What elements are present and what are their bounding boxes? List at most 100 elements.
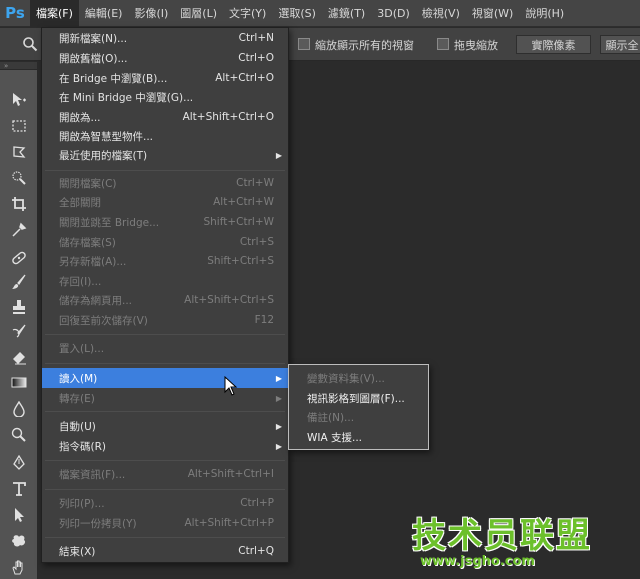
menu-save-as[interactable]: 另存新檔(A)... Shift+Ctrl+S (42, 251, 288, 271)
zoom-all-windows-checkbox[interactable] (298, 38, 310, 50)
blur-tool-icon[interactable] (8, 399, 30, 419)
fit-screen-button[interactable]: 顯示全 (600, 35, 640, 54)
menu-item-label: 在 Bridge 中瀏覽(B)... (59, 72, 168, 85)
menu-help[interactable]: 說明(H) (519, 0, 570, 27)
menu-item-shortcut: Shift+Ctrl+S (207, 255, 274, 267)
submenu-video-frames-to-layers[interactable]: 視訊影格到圖層(F)... (289, 388, 428, 408)
menu-item-label: 自動(U) (59, 420, 96, 433)
menu-item-shortcut: Ctrl+P (240, 497, 274, 509)
submenu-notes[interactable]: 備註(N)... (289, 407, 428, 427)
path-selection-tool-icon[interactable] (8, 505, 30, 525)
menu-view[interactable]: 檢視(V) (416, 0, 466, 27)
gradient-tool-icon[interactable] (8, 372, 30, 392)
menu-item-shortcut: Ctrl+W (236, 177, 274, 189)
menu-select[interactable]: 選取(S) (272, 0, 322, 27)
menu-exit[interactable]: 結束(X) Ctrl+Q (42, 541, 288, 561)
menu-save[interactable]: 儲存檔案(S) Ctrl+S (42, 232, 288, 252)
lasso-tool-icon[interactable] (8, 142, 30, 162)
menu-image[interactable]: 影像(I) (128, 0, 174, 27)
menu-print[interactable]: 列印(P)... Ctrl+P (42, 493, 288, 513)
menu-place[interactable]: 置入(L)... (42, 338, 288, 358)
menu-separator (45, 489, 285, 490)
menu-item-shortcut: Ctrl+N (238, 32, 274, 44)
menu-item-label: 開啟為... (59, 111, 101, 124)
mouse-cursor-icon (224, 375, 238, 396)
menu-type[interactable]: 文字(Y) (223, 0, 272, 27)
submenu-wia-support[interactable]: WIA 支援... (289, 427, 428, 447)
menu-check-in[interactable]: 存回(I)... (42, 271, 288, 291)
watermark: 技术员联盟 www.jsgho.com (408, 508, 634, 574)
menu-item-label: 另存新檔(A)... (59, 255, 127, 268)
tools-panel-header[interactable]: » (0, 62, 37, 70)
submenu-arrow-icon: ▶ (275, 441, 282, 451)
menu-file[interactable]: 檔案(F) (30, 0, 79, 27)
menu-item-shortcut: Alt+Ctrl+W (213, 196, 274, 208)
brush-tool-icon[interactable] (8, 272, 30, 292)
menu-filter[interactable]: 濾鏡(T) (322, 0, 371, 27)
hand-tool-icon[interactable] (8, 557, 30, 577)
zoom-all-windows-label: 縮放顯示所有的視窗 (315, 39, 414, 52)
watermark-url: www.jsgho.com (420, 554, 535, 569)
clone-stamp-tool-icon[interactable] (8, 297, 30, 317)
healing-brush-tool-icon[interactable] (8, 248, 30, 268)
submenu-item-label: 視訊影格到圖層(F)... (307, 392, 405, 405)
marquee-tool-icon[interactable] (8, 116, 30, 136)
menu-export[interactable]: 轉存(E) ▶ (42, 388, 288, 408)
menu-item-shortcut: Ctrl+Q (238, 545, 274, 557)
menu-item-label: 回復至前次儲存(V) (59, 314, 148, 327)
menu-item-label: 置入(L)... (59, 342, 105, 355)
import-submenu: 變數資料集(V)... 視訊影格到圖層(F)... 備註(N)... WIA 支… (288, 364, 429, 450)
history-brush-tool-icon[interactable] (8, 322, 30, 342)
menu-separator (45, 170, 285, 171)
menu-edit[interactable]: 編輯(E) (79, 0, 129, 27)
submenu-arrow-icon: ▶ (275, 421, 282, 431)
menu-item-label: 檔案資訊(F)... (59, 468, 126, 481)
menu-close-all[interactable]: 全部關閉 Alt+Ctrl+W (42, 192, 288, 212)
crop-tool-icon[interactable] (8, 194, 30, 214)
custom-shape-tool-icon[interactable] (8, 531, 30, 551)
menu-open-as[interactable]: 開啟為... Alt+Shift+Ctrl+O (42, 107, 288, 127)
pen-tool-icon[interactable] (8, 453, 30, 473)
scrubby-zoom-checkbox[interactable] (437, 38, 449, 50)
menu-item-label: 關閉檔案(C) (59, 177, 117, 190)
menu-open-file[interactable]: 開啟舊檔(O)... Ctrl+O (42, 48, 288, 68)
eyedropper-tool-icon[interactable] (8, 220, 30, 240)
move-tool-icon[interactable] (8, 90, 30, 110)
menu-print-one-copy[interactable]: 列印一份拷貝(Y) Alt+Shift+Ctrl+P (42, 513, 288, 533)
type-tool-icon[interactable] (8, 479, 30, 499)
menu-open-recent[interactable]: 最近使用的檔案(T) ▶ (42, 145, 288, 165)
menu-item-label: 讀入(M) (59, 372, 98, 385)
menu-close[interactable]: 關閉檔案(C) Ctrl+W (42, 173, 288, 193)
menu-file-info[interactable]: 檔案資訊(F)... Alt+Shift+Ctrl+I (42, 464, 288, 484)
menu-item-shortcut: Ctrl+O (238, 52, 274, 64)
menu-item-shortcut: Alt+Shift+Ctrl+O (182, 111, 274, 123)
submenu-arrow-icon: ▶ (275, 393, 282, 403)
menu-item-shortcut: Alt+Shift+Ctrl+I (187, 468, 274, 480)
menu-separator (45, 334, 285, 335)
menu-automate[interactable]: 自動(U) ▶ (42, 416, 288, 436)
menu-open-as-smart-object[interactable]: 開啟為智慧型物件... (42, 126, 288, 146)
scrubby-zoom-label: 拖曳縮放 (454, 39, 498, 52)
submenu-variable-data-sets[interactable]: 變數資料集(V)... (289, 368, 428, 388)
menu-browse-in-bridge[interactable]: 在 Bridge 中瀏覽(B)... Alt+Ctrl+O (42, 68, 288, 88)
menu-item-label: 轉存(E) (59, 392, 95, 405)
actual-pixels-button[interactable]: 實際像素 (516, 35, 591, 54)
eraser-tool-icon[interactable] (8, 347, 30, 367)
menu-scripts[interactable]: 指令碼(R) ▶ (42, 436, 288, 456)
menu-item-label: 指令碼(R) (59, 440, 106, 453)
menu-window[interactable]: 視窗(W) (466, 0, 519, 27)
menu-import[interactable]: 讀入(M) ▶ (42, 368, 288, 388)
menu-item-label: 開啟為智慧型物件... (59, 130, 154, 143)
dodge-tool-icon[interactable] (8, 424, 30, 444)
menu-close-and-go-to-bridge[interactable]: 關閉並跳至 Bridge... Shift+Ctrl+W (42, 212, 288, 232)
menu-layer[interactable]: 圖層(L) (174, 0, 223, 27)
menu-revert[interactable]: 回復至前次儲存(V) F12 (42, 310, 288, 330)
menu-3d[interactable]: 3D(D) (371, 0, 416, 27)
menu-item-shortcut: F12 (254, 314, 274, 326)
menu-browse-in-mini-bridge[interactable]: 在 Mini Bridge 中瀏覽(G)... (42, 87, 288, 107)
zoom-tool-icon[interactable] (22, 36, 38, 52)
menu-save-for-web[interactable]: 儲存為網頁用... Alt+Shift+Ctrl+S (42, 290, 288, 310)
quick-selection-tool-icon[interactable] (8, 168, 30, 188)
menu-new-file[interactable]: 開新檔案(N)... Ctrl+N (42, 28, 288, 48)
menu-item-label: 存回(I)... (59, 275, 102, 288)
